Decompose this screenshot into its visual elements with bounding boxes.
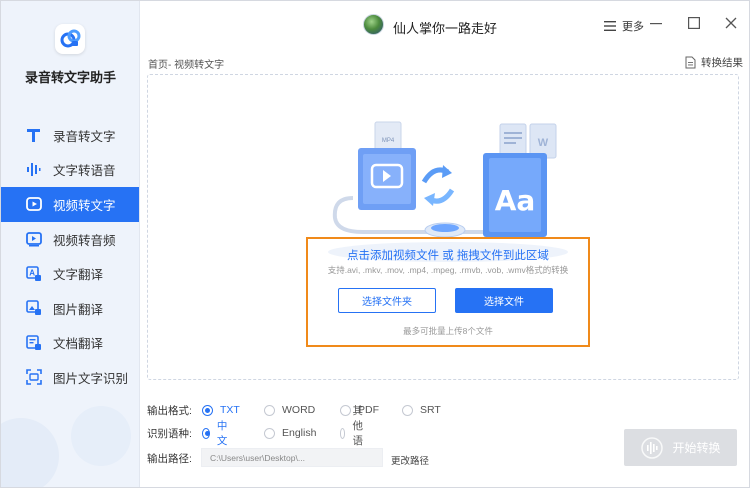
text-translate-icon: A (25, 265, 42, 282)
sidebar-item-label: 视频转文字 (53, 198, 116, 213)
radio-dot (402, 404, 413, 416)
language-row: 识别语种: 中文 English 其他语种 (147, 405, 363, 462)
file-drop-zone[interactable]: MP4 W Aa 点击添加视频文件 或 拖拽文件到此区域 支持.avi, .mk… (147, 74, 739, 380)
select-folder-button[interactable]: 选择文件夹 (338, 288, 436, 313)
app-logo-icon (55, 24, 85, 54)
format-radio-txt[interactable]: TXT (202, 402, 240, 418)
radio-label: 中文 (216, 420, 228, 447)
sidebar-item-label: 文档翻译 (53, 337, 104, 352)
radio-label: SRT (420, 404, 441, 416)
breadcrumb: 首页- 视频转文字 (148, 60, 225, 71)
more-label: 更多 (622, 21, 644, 33)
drop-target-highlight[interactable]: 点击添加视频文件 或 拖拽文件到此区域 支持.avi, .mkv, .mov, … (306, 237, 590, 347)
sidebar-item-label: 录音转文字 (53, 129, 116, 144)
output-format-row: 输出格式: TXT WORD PDF SRT (147, 402, 441, 418)
sidebar-item-text-translate[interactable]: A 文字翻译 (1, 256, 139, 291)
title-bar: 仙人掌你一路走好 更多 (141, 1, 749, 47)
radio-dot (264, 427, 275, 439)
upload-limit-text: 最多可批量上传8个文件 (403, 326, 493, 336)
image-ocr-icon (25, 369, 42, 386)
word-badge: W (538, 137, 549, 149)
sidebar-decoration-icon (1, 406, 131, 487)
output-path-label: 输出路径: (147, 452, 192, 465)
radio-label: TXT (220, 404, 240, 416)
video-audio-icon (25, 231, 42, 248)
menu-lines-icon (604, 21, 616, 31)
radio-dot (202, 404, 213, 416)
sidebar-item-label: 视频转音频 (53, 233, 116, 248)
conversion-results-link[interactable]: 转换结果 (685, 55, 743, 70)
text-t-icon (25, 127, 42, 144)
radio-dot (340, 404, 351, 416)
text-aa-glyph: Aa (495, 184, 536, 217)
sidebar-nav: 录音转文字 文字转语音 视频转文字 视频转音频 A 文字翻译 图片翻译 文档翻译… (1, 118, 139, 395)
select-file-button[interactable]: 选择文件 (455, 288, 553, 313)
mp4-badge: MP4 (382, 138, 395, 144)
close-icon (725, 17, 737, 29)
sidebar-item-label: 文字转语音 (53, 164, 116, 179)
minimize-icon (650, 23, 662, 25)
avatar[interactable] (363, 14, 384, 35)
image-translate-icon (25, 300, 42, 317)
radio-dot (340, 427, 346, 439)
output-format-label: 输出格式: (147, 404, 192, 417)
radio-dot (264, 404, 275, 416)
svg-text:A: A (29, 268, 35, 277)
username[interactable]: 仙人掌你一路走好 (393, 18, 497, 37)
sidebar-item-text-to-speech[interactable]: 文字转语音 (1, 153, 139, 188)
minimize-button[interactable] (648, 15, 664, 31)
video-play-icon (25, 196, 42, 213)
document-translate-icon (25, 334, 42, 351)
maximize-icon (688, 17, 700, 29)
language-label: 识别语种: (147, 427, 192, 440)
close-button[interactable] (723, 15, 739, 31)
supported-formats-text: 支持.avi, .mkv, .mov, .mp4, .mpeg, .rmvb, … (327, 265, 569, 275)
sidebar-item-label: 图片文字识别 (53, 371, 129, 386)
sidebar-item-label: 图片翻译 (53, 302, 104, 317)
start-conversion-button[interactable]: 开始转换 (624, 429, 737, 466)
sidebar-item-video-to-audio[interactable]: 视频转音频 (1, 222, 139, 257)
output-path-row: 输出路径: (147, 450, 202, 466)
conversion-results-label: 转换结果 (701, 57, 743, 69)
change-path-button[interactable]: 更改路径 (391, 453, 429, 467)
radio-label: English (282, 427, 317, 439)
drop-zone-title[interactable]: 点击添加视频文件 或 拖拽文件到此区域 (308, 247, 588, 263)
sidebar-item-image-translate[interactable]: 图片翻译 (1, 291, 139, 326)
sidebar-item-image-ocr[interactable]: 图片文字识别 (1, 360, 139, 395)
format-radio-word[interactable]: WORD (264, 402, 315, 418)
language-radio-english[interactable]: English (264, 425, 316, 441)
audio-bars-icon (25, 161, 42, 178)
more-menu-button[interactable]: 更多 (604, 18, 644, 34)
sidebar: 录音转文字助手 录音转文字 文字转语音 视频转文字 视频转音频 A 文字翻译 图… (1, 1, 140, 487)
output-path-input[interactable] (201, 448, 383, 467)
app-name: 录音转文字助手 (24, 70, 116, 85)
format-radio-srt[interactable]: SRT (402, 402, 441, 418)
language-radio-chinese[interactable]: 中文 (202, 420, 231, 447)
sidebar-item-video-to-text[interactable]: 视频转文字 (1, 187, 139, 222)
waveform-icon (641, 436, 664, 459)
sidebar-item-label: 文字翻译 (53, 268, 104, 283)
radio-dot (202, 427, 210, 439)
app-window: 录音转文字助手 录音转文字 文字转语音 视频转文字 视频转音频 A 文字翻译 图… (0, 0, 750, 488)
document-icon (685, 56, 696, 69)
sidebar-item-document-translate[interactable]: 文档翻译 (1, 326, 139, 361)
maximize-button[interactable] (686, 15, 702, 31)
start-conversion-label: 开始转换 (672, 441, 721, 455)
language-radio-other[interactable]: 其他语种 (340, 405, 369, 462)
sidebar-item-audio-to-text[interactable]: 录音转文字 (1, 118, 139, 153)
radio-label: WORD (282, 404, 316, 416)
